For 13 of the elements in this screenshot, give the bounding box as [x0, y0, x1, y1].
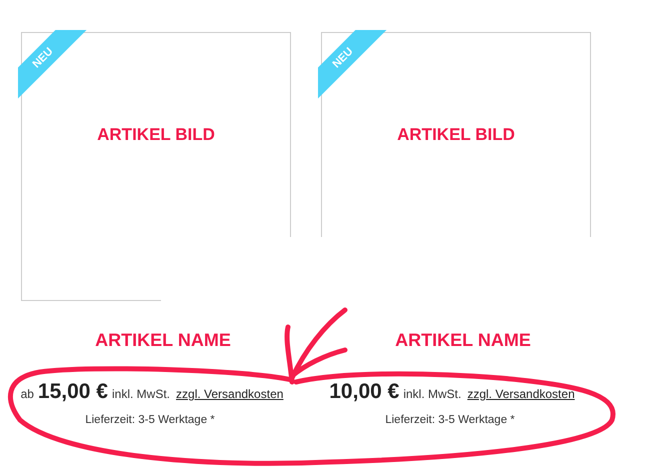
delivery-time: Lieferzeit: 3-5 Werktage *: [84, 412, 216, 428]
delivery-time: Lieferzeit: 3-5 Werktage *: [384, 412, 516, 428]
image-label: ARTIKEL BILD: [397, 124, 515, 146]
product-name: ARTIKEL NAME: [394, 329, 532, 352]
shipping-link[interactable]: zzgl. Versandkosten: [176, 385, 284, 403]
price-prefix: ab: [20, 386, 34, 403]
product-name: ARTIKEL NAME: [94, 329, 232, 352]
shipping-link[interactable]: zzgl. Versandkosten: [467, 385, 575, 403]
price: 10,00 €: [329, 379, 400, 405]
image-label: ARTIKEL BILD: [97, 124, 215, 146]
tax-note: inkl. MwSt.: [112, 386, 170, 403]
price: 15,00 €: [38, 379, 108, 405]
tax-note: inkl. MwSt.: [403, 386, 462, 403]
